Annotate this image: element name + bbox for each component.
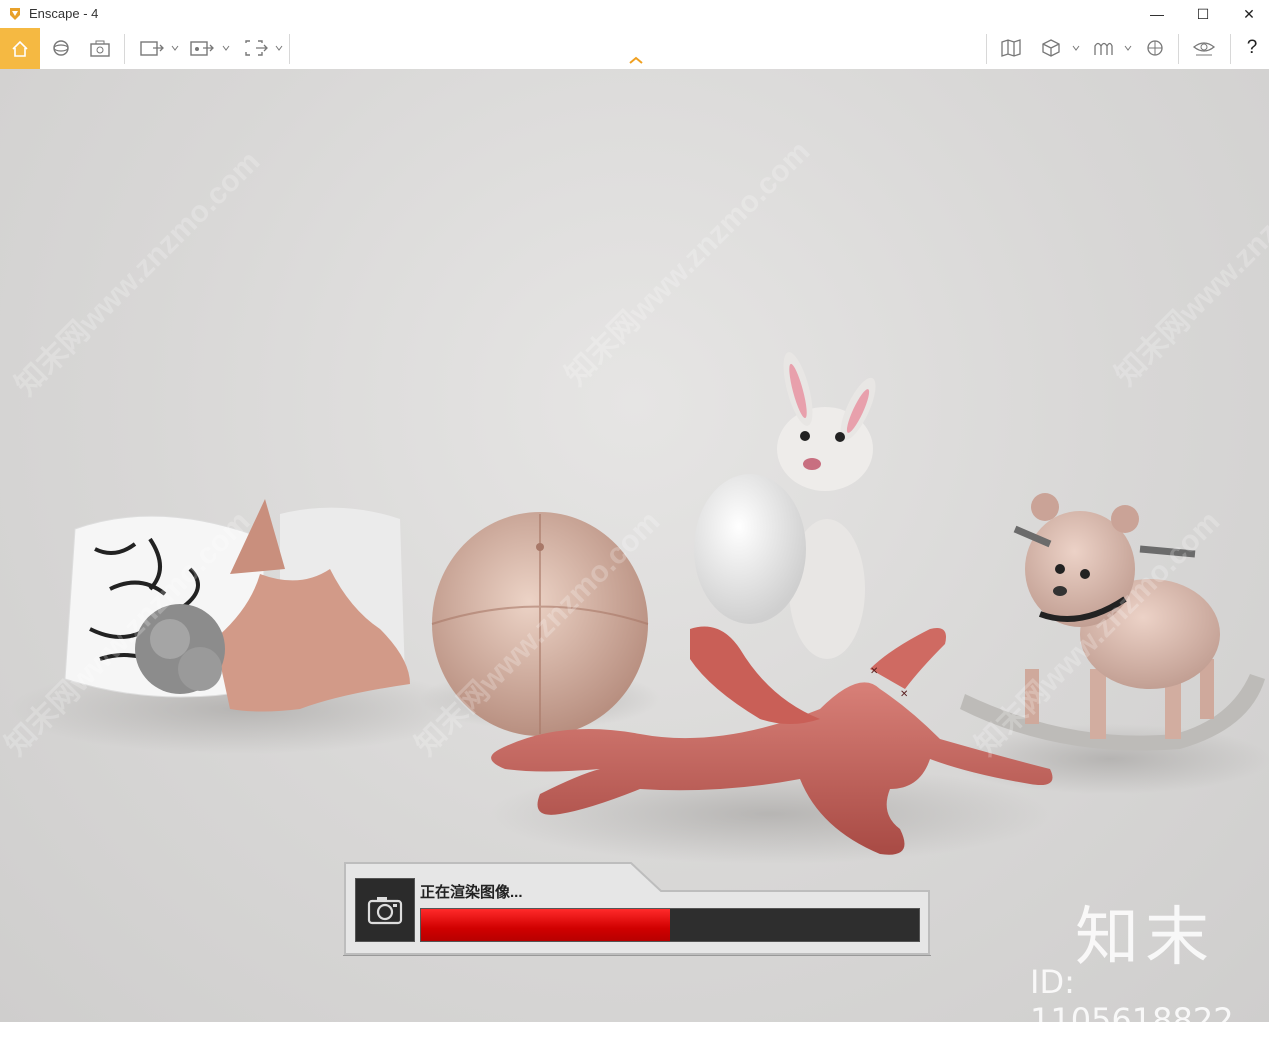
bunny-with-egg-object bbox=[694, 352, 876, 659]
toolbar: ? bbox=[0, 28, 1269, 70]
view-cube-icon bbox=[1042, 39, 1060, 57]
render-video-button[interactable] bbox=[188, 36, 216, 60]
toolbar-divider bbox=[986, 34, 987, 64]
screenshot-settings-button[interactable] bbox=[88, 36, 112, 60]
home-button[interactable] bbox=[0, 28, 40, 69]
title-bar: Enscape - 4 — ☐ ✕ bbox=[0, 0, 1269, 28]
screenshot-settings-icon bbox=[90, 40, 110, 57]
map-button[interactable] bbox=[998, 36, 1024, 60]
svg-text:✕: ✕ bbox=[900, 689, 908, 700]
close-button[interactable]: ✕ bbox=[1226, 0, 1269, 28]
brand-id-text: ID: 1105618822 bbox=[1030, 963, 1234, 1039]
orbit-icon bbox=[53, 40, 69, 56]
chevron-down-icon[interactable] bbox=[222, 44, 230, 52]
view-cube-button[interactable] bbox=[1038, 36, 1064, 60]
render-progress-bar bbox=[420, 908, 920, 942]
chevron-down-icon[interactable] bbox=[1124, 44, 1132, 52]
orbit-button[interactable] bbox=[50, 36, 72, 60]
export-icon bbox=[245, 40, 268, 56]
render-camera-button[interactable] bbox=[355, 878, 415, 942]
chevron-down-icon[interactable] bbox=[1072, 44, 1080, 52]
render-progress-fill bbox=[421, 909, 670, 941]
render-image-icon bbox=[140, 41, 164, 56]
minimize-button[interactable]: — bbox=[1134, 0, 1180, 28]
render-image-button[interactable] bbox=[138, 36, 166, 60]
render-status-text: 正在渲染图像... bbox=[420, 884, 523, 901]
toolbar-divider bbox=[289, 34, 290, 64]
chevron-down-icon[interactable] bbox=[171, 44, 179, 52]
toolbar-divider bbox=[124, 34, 125, 64]
navigation-button[interactable] bbox=[1142, 36, 1168, 60]
assets-icon bbox=[1094, 42, 1113, 55]
render-video-icon bbox=[190, 41, 214, 56]
visibility-icon bbox=[1192, 42, 1216, 56]
collapse-toolbar-icon[interactable] bbox=[627, 55, 645, 65]
toolbar-divider bbox=[1178, 34, 1179, 64]
window-title: Enscape - 4 bbox=[29, 6, 99, 21]
navigation-icon bbox=[1147, 40, 1163, 56]
export-button[interactable] bbox=[242, 36, 270, 60]
enscape-logo-icon bbox=[10, 8, 20, 20]
svg-text:✕: ✕ bbox=[870, 666, 878, 677]
maximize-button[interactable]: ☐ bbox=[1180, 0, 1226, 28]
toolbar-divider bbox=[1230, 34, 1231, 64]
assets-button[interactable] bbox=[1090, 36, 1116, 60]
visibility-button[interactable] bbox=[1190, 36, 1218, 60]
help-button[interactable]: ? bbox=[1242, 36, 1262, 60]
chevron-down-icon[interactable] bbox=[275, 44, 283, 52]
home-icon bbox=[12, 40, 28, 57]
camera-icon bbox=[367, 897, 403, 925]
map-icon bbox=[1001, 39, 1021, 57]
